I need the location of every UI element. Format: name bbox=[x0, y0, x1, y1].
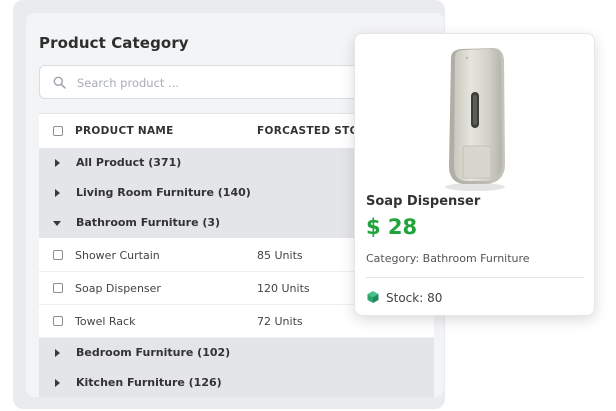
divider bbox=[366, 277, 584, 278]
category-row-bedroom[interactable]: Bedroom Furniture (102) bbox=[39, 338, 434, 369]
category-label: Bedroom Furniture (102) bbox=[76, 346, 231, 359]
category-label: Kitchen Furniture (126) bbox=[76, 376, 222, 389]
expand-caret-icon[interactable] bbox=[55, 349, 60, 357]
row-checkbox[interactable] bbox=[53, 283, 63, 293]
product-detail-card[interactable]: Soap Dispenser $ 28 Category: Bathroom F… bbox=[354, 33, 595, 316]
collapse-caret-icon[interactable] bbox=[53, 221, 61, 226]
search-input[interactable] bbox=[75, 73, 379, 93]
search-icon bbox=[53, 76, 66, 89]
category-label: All Product (371) bbox=[76, 156, 182, 169]
panel-title: Product Category bbox=[39, 34, 189, 52]
box-icon bbox=[367, 291, 379, 303]
row-checkbox[interactable] bbox=[53, 316, 63, 326]
expand-caret-icon[interactable] bbox=[55, 189, 60, 197]
category-label: Bathroom Furniture (3) bbox=[76, 216, 221, 229]
card-stock: Stock: 80 bbox=[386, 291, 443, 305]
forecasted-stock: 120 Units bbox=[257, 282, 310, 295]
product-name: Soap Dispenser bbox=[75, 282, 161, 295]
product-name: Towel Rack bbox=[75, 315, 136, 328]
expand-caret-icon[interactable] bbox=[55, 159, 60, 167]
forecasted-stock: 85 Units bbox=[257, 249, 303, 262]
card-price: $ 28 bbox=[366, 215, 418, 239]
product-image bbox=[445, 48, 505, 191]
select-all-checkbox[interactable] bbox=[53, 126, 63, 136]
forecasted-stock: 72 Units bbox=[257, 315, 303, 328]
card-category: Category: Bathroom Furniture bbox=[366, 252, 530, 265]
column-header-product-name[interactable]: PRODUCT NAME bbox=[75, 125, 174, 137]
row-checkbox[interactable] bbox=[53, 250, 63, 260]
product-name: Shower Curtain bbox=[75, 249, 160, 262]
expand-caret-icon[interactable] bbox=[55, 379, 60, 387]
category-label: Living Room Furniture (140) bbox=[76, 186, 251, 199]
category-row-kitchen[interactable]: Kitchen Furniture (126) bbox=[39, 368, 434, 397]
card-product-name: Soap Dispenser bbox=[366, 194, 481, 209]
